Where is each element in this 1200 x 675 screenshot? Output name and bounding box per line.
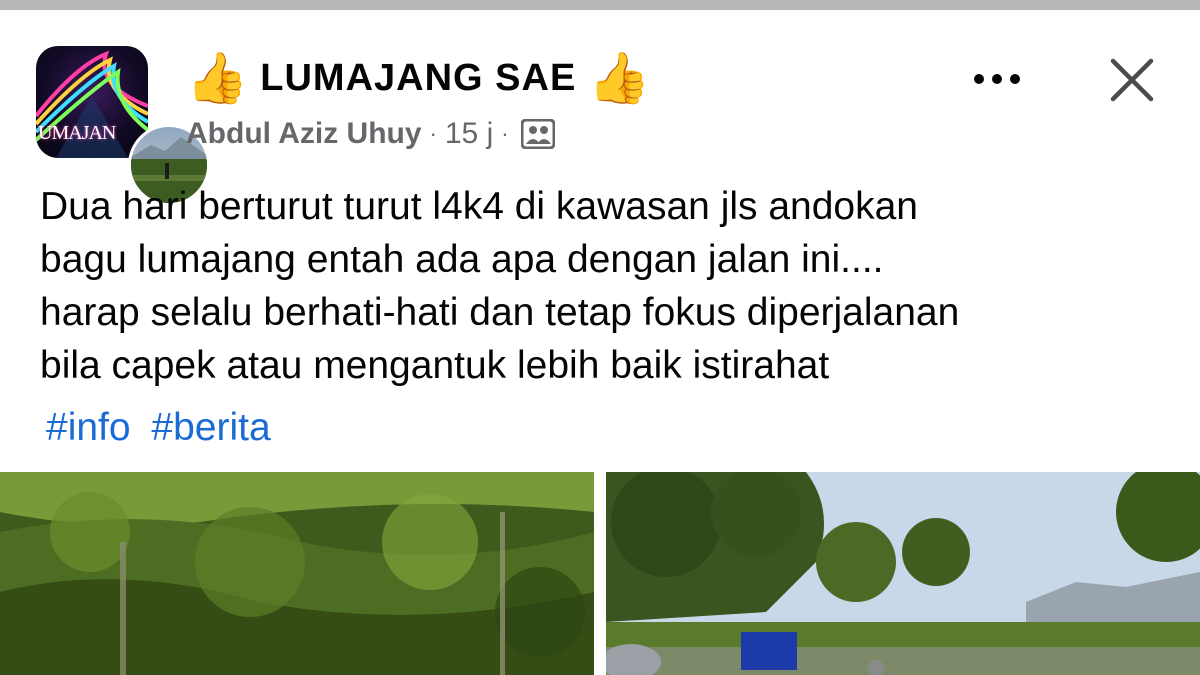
post-photo-1[interactable]: [0, 472, 594, 675]
hashtag-info-link[interactable]: #info: [46, 406, 131, 449]
hashtag-berita-link[interactable]: #berita: [151, 406, 270, 449]
post-text-line: Dua hari berturut turut l4k4 di kawasan …: [40, 185, 918, 228]
post-meta: Abdul Aziz Uhuy · 15 j ·: [186, 112, 556, 156]
post-text-line: bila capek atau mengantuk lebih baik ist…: [40, 344, 830, 387]
top-spacer: [0, 10, 1200, 16]
post-body: Dua hari berturut turut l4k4 di kawasan …: [40, 180, 1180, 392]
more-horizontal-icon: [974, 74, 1020, 84]
group-members-icon: [520, 118, 556, 150]
group-name[interactable]: LUMAJANG SAE: [260, 57, 576, 100]
group-avatar-text: UMAJAN: [38, 122, 116, 144]
hashtag-list: #info #berita: [46, 401, 281, 454]
roadside-photo: [606, 472, 1200, 675]
meta-separator: ·: [429, 121, 437, 146]
author-name[interactable]: Abdul Aziz Uhuy: [186, 117, 422, 151]
post-avatar-group[interactable]: UMAJAN: [36, 46, 210, 206]
top-divider: [0, 0, 1200, 10]
group-title[interactable]: 👍 LUMAJANG SAE 👍: [186, 48, 651, 108]
group-avatar[interactable]: UMAJAN: [36, 46, 148, 158]
post-photo-2[interactable]: [606, 472, 1200, 675]
post-text-line: harap selalu berhati-hati dan tetap foku…: [40, 291, 960, 334]
thumbs-up-emoji-right: 👍: [588, 50, 651, 106]
post-text-line: bagu lumajang entah ada apa dengan jalan…: [40, 238, 884, 281]
close-icon: [1110, 58, 1154, 102]
close-button[interactable]: [1104, 52, 1160, 108]
more-options-button[interactable]: [966, 56, 1028, 102]
foliage-photo: [0, 472, 594, 675]
post-time[interactable]: 15 j: [445, 117, 493, 151]
thumbs-up-emoji-left: 👍: [186, 50, 249, 106]
meta-separator: ·: [501, 121, 509, 146]
